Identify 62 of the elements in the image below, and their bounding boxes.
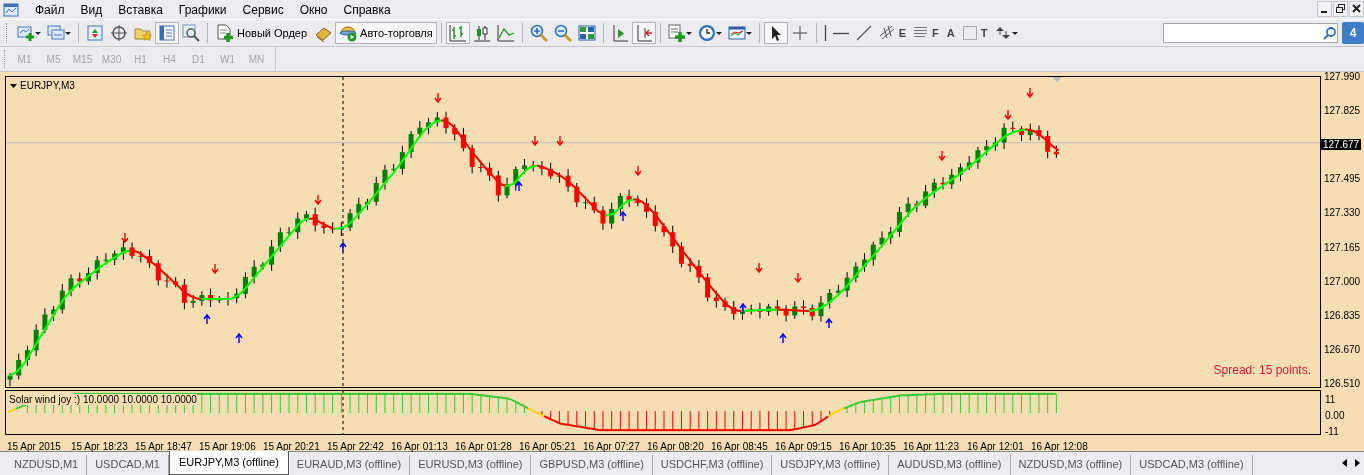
- chart-tab[interactable]: NZDUSD,M3 (offline): [1010, 455, 1132, 475]
- time-label: 15 Apr 18:47: [135, 440, 193, 452]
- chart-tab[interactable]: GBPUSD,M3 (offline): [531, 455, 653, 475]
- notification-badge[interactable]: 4: [1342, 22, 1364, 44]
- time-label: 16 Apr 08:20: [647, 440, 705, 452]
- chart-tab[interactable]: USDCHF,M3 (offline): [652, 455, 773, 475]
- price-label: 127.330: [1324, 207, 1362, 219]
- time-label: 15 Apr 20:21: [263, 440, 321, 452]
- chart-tab[interactable]: NZDUSD,M1: [6, 455, 88, 475]
- text-label-button[interactable]: T: [957, 22, 991, 44]
- spread-label: Spread: 15 points.: [1213, 363, 1311, 377]
- time-label: 15 Apr 22:42: [327, 440, 385, 452]
- chart-tab[interactable]: USDCAD,M3 (offline): [1131, 455, 1253, 475]
- time-label: 15 Apr 18:23: [71, 440, 129, 452]
- time-label: 16 Apr 01:13: [391, 440, 449, 452]
- tool-letter: F: [932, 27, 939, 39]
- menu-item[interactable]: Сервис: [234, 1, 292, 18]
- price-label: 127.165: [1324, 241, 1362, 253]
- menu-item[interactable]: Справка: [335, 1, 399, 18]
- chart-tab[interactable]: EURAUD,M3 (offline): [288, 455, 411, 475]
- chart-tab[interactable]: EURUSD,M3 (offline): [410, 455, 532, 475]
- price-label: 127.495: [1324, 173, 1362, 185]
- time-label: 16 Apr 05:21: [519, 440, 577, 452]
- time-label: 16 Apr 12:08: [1031, 440, 1089, 452]
- channel-lines-button[interactable]: E: [875, 22, 910, 44]
- auto-trading-button[interactable]: Авто-торговля: [335, 22, 437, 44]
- menu-item[interactable]: Вставка: [110, 1, 171, 18]
- level-lines-button[interactable]: F: [909, 22, 942, 44]
- price-label: 127.990: [1324, 71, 1362, 82]
- chart-tab[interactable]: EURJPY,M3 (offline): [168, 451, 289, 475]
- indicator-axis-label: 11: [1325, 394, 1337, 405]
- price-label: 126.670: [1324, 343, 1362, 355]
- time-label: 16 Apr 10:35: [839, 440, 897, 452]
- tool-letter: A: [946, 27, 955, 39]
- price-label: 127.825: [1324, 105, 1362, 117]
- time-label: 16 Apr 01:28: [455, 440, 513, 452]
- chart-tab[interactable]: USDCAD,M1: [87, 455, 169, 475]
- menu-item[interactable]: Графики: [170, 1, 235, 18]
- chart-tab[interactable]: USDJPY,M3 (offline): [772, 455, 890, 475]
- current-price-label: 127.677: [1321, 139, 1362, 151]
- tool-letter: E: [898, 27, 907, 39]
- price-label: 127.000: [1324, 275, 1362, 287]
- menu-item[interactable]: Вид: [72, 1, 111, 18]
- price-label: 126.835: [1324, 309, 1362, 321]
- time-label: 16 Apr 09:15: [775, 440, 833, 452]
- new-order-button[interactable]: Новый Ордер: [212, 22, 312, 44]
- time-label: 15 Apr 2015: [7, 440, 62, 452]
- time-label: 16 Apr 07:27: [583, 440, 641, 452]
- text-tool-button[interactable]: A: [941, 22, 958, 44]
- time-label: 15 Apr 19:06: [199, 440, 257, 452]
- time-label: 16 Apr 11:23: [903, 440, 960, 452]
- price-label: 126.510: [1324, 378, 1362, 389]
- chart-title: EURJPY,M3: [20, 80, 75, 91]
- menu-item[interactable]: Окно: [291, 1, 336, 18]
- chart-tab[interactable]: AUDUSD,M3 (offline): [889, 455, 1011, 475]
- tool-letter: T: [980, 27, 988, 39]
- menu-item[interactable]: Файл: [27, 1, 73, 18]
- indicator-axis-label: 0.00: [1325, 410, 1346, 421]
- time-label: 16 Apr 08:45: [711, 440, 769, 452]
- time-label: 16 Apr 12:01: [967, 440, 1025, 452]
- indicator-label: Solar wind joy :) 10.0000 10.0000 10.0000: [9, 394, 197, 405]
- indicator-axis-label: -11: [1325, 426, 1340, 437]
